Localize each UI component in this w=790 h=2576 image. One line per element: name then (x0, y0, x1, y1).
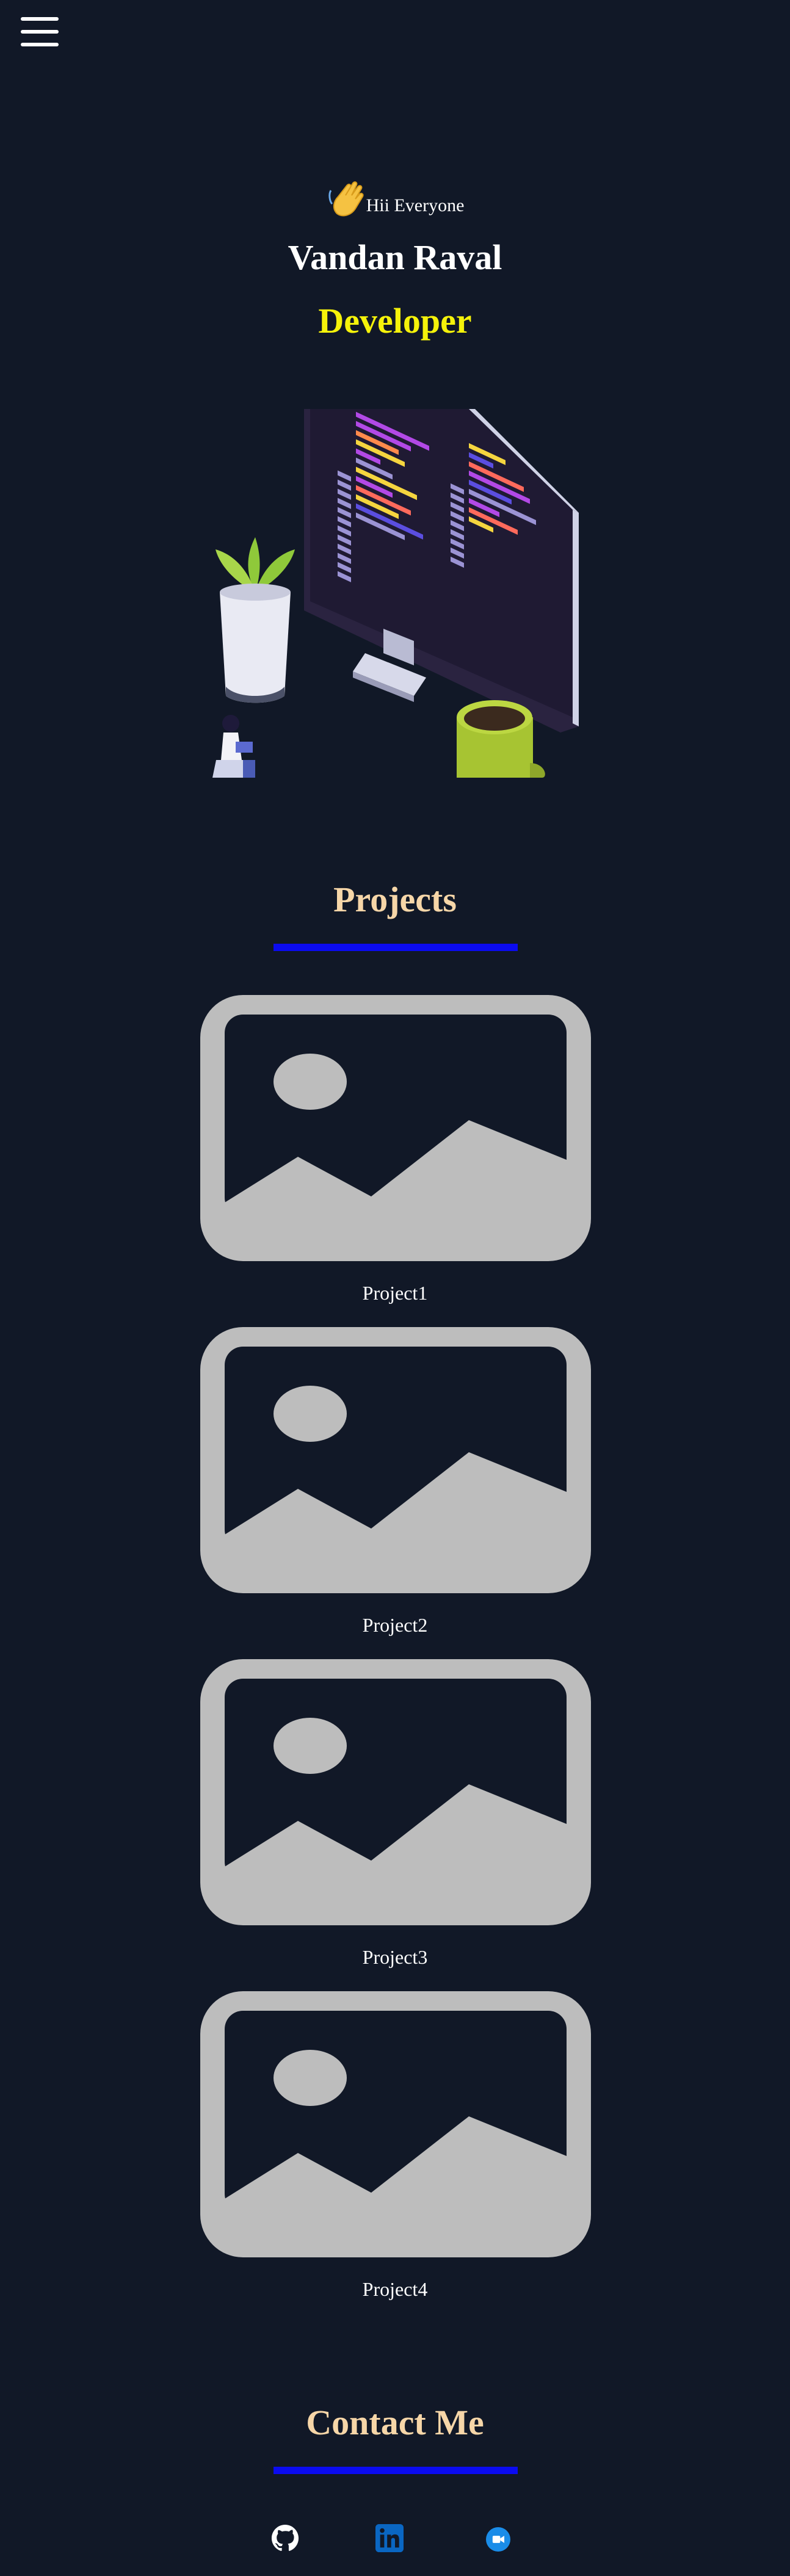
greeting: Hii Everyone (0, 171, 790, 220)
hero-name: Vandan Raval (288, 237, 502, 277)
greeting-text: Hii Everyone (366, 195, 465, 215)
contact-underline (274, 2467, 518, 2474)
hero-role: Developer (318, 300, 472, 341)
image-placeholder-icon[interactable] (200, 1327, 591, 1593)
projects-title: Projects (333, 880, 457, 919)
github-icon[interactable] (271, 2524, 299, 2552)
projects-underline (274, 944, 518, 951)
project-label[interactable]: Project4 (0, 2278, 790, 2301)
project-label[interactable]: Project1 (0, 1282, 790, 1304)
developer-desk-illustration (212, 409, 579, 778)
image-placeholder-icon[interactable] (200, 1991, 591, 2257)
project-label[interactable]: Project3 (0, 1946, 790, 1969)
hamburger-menu-icon[interactable] (21, 17, 59, 46)
contact-title: Contact Me (306, 2403, 484, 2442)
video-call-icon[interactable] (486, 2527, 510, 2552)
project-label[interactable]: Project2 (0, 1614, 790, 1637)
person-figure (212, 715, 255, 778)
plant (216, 537, 295, 703)
hero-section: Hii Everyone Vandan Raval Developer (0, 171, 790, 341)
waving-hand-icon (328, 181, 364, 217)
image-placeholder-icon[interactable] (200, 995, 591, 1261)
linkedin-icon[interactable] (375, 2524, 404, 2552)
image-placeholder-icon[interactable] (200, 1659, 591, 1925)
